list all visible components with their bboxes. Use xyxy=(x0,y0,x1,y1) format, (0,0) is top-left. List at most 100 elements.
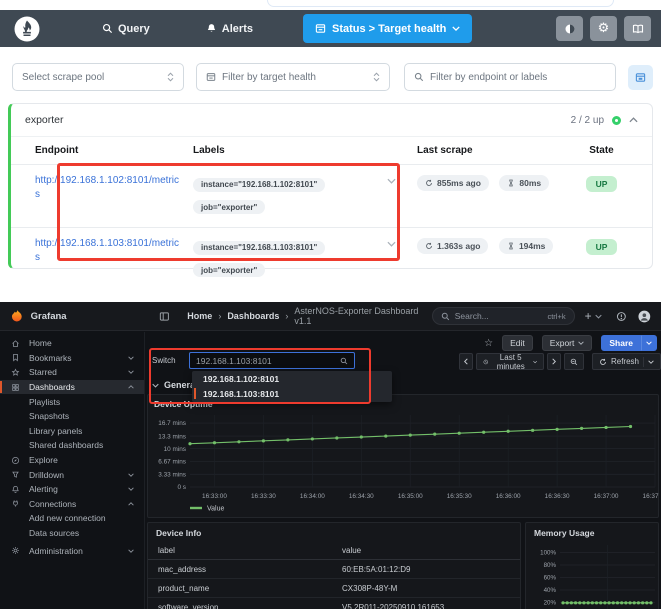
sidebar-item-library-panels[interactable]: Library panels xyxy=(0,424,144,439)
svg-text:3.33 mins: 3.33 mins xyxy=(158,471,186,478)
chevron-down-icon xyxy=(128,487,134,492)
sidebar-item-home[interactable]: Home xyxy=(0,336,144,351)
exporter-pool-panel: exporter 2 / 2 up Endpoint Labels Last s… xyxy=(8,103,653,277)
prometheus-logo-icon[interactable] xyxy=(14,16,40,42)
svg-text:16:35:30: 16:35:30 xyxy=(447,493,472,500)
device-info-row: software_version V5.2R011-20250910.16165… xyxy=(148,598,520,609)
nav-query-label: Query xyxy=(118,22,150,35)
refresh-button[interactable]: Refresh xyxy=(591,353,661,370)
settings-button[interactable]: ⚙ xyxy=(590,16,617,41)
grafana-sidebar: Home Bookmarks Starred Dashboards Playli… xyxy=(0,332,145,609)
share-button[interactable]: Share xyxy=(601,335,641,351)
time-range-label: Last 5 minutes xyxy=(496,352,525,371)
sidebar-item-bookmarks[interactable]: Bookmarks xyxy=(0,351,144,366)
breadcrumb-dashboards[interactable]: Dashboards xyxy=(227,311,279,321)
target-health-icon xyxy=(315,24,326,33)
svg-text:0 s: 0 s xyxy=(177,484,186,491)
breadcrumb-home[interactable]: Home xyxy=(187,311,212,321)
help-icon[interactable] xyxy=(616,311,627,322)
memory-panel-title: Memory Usage xyxy=(534,528,595,538)
breadcrumb: Home › Dashboards › AsterNOS-Exporter Da… xyxy=(187,306,431,326)
avatar[interactable] xyxy=(638,310,651,323)
add-new-button[interactable]: + xyxy=(585,309,602,323)
chevron-down-icon xyxy=(533,360,537,363)
collapse-panel-icon xyxy=(635,73,646,82)
chevron-down-icon xyxy=(128,370,134,375)
export-button[interactable]: Export xyxy=(541,335,593,351)
sidebar-item-add-new-connection[interactable]: Add new connection xyxy=(0,511,144,526)
docs-button[interactable] xyxy=(624,16,651,41)
zoom-out-button[interactable] xyxy=(563,353,584,370)
sidebar-item-shared-dashboards[interactable]: Shared dashboards xyxy=(0,438,144,453)
status-button-label: Status > Target health xyxy=(331,22,447,35)
sidebar-item-alerting[interactable]: Alerting xyxy=(0,482,144,497)
svg-text:16:36:00: 16:36:00 xyxy=(496,493,521,500)
col-label: label xyxy=(158,546,175,555)
label-chip[interactable]: job="exporter" xyxy=(193,263,266,277)
grafana-logo-icon[interactable] xyxy=(10,309,24,323)
sidebar-item-playlists[interactable]: Playlists xyxy=(0,394,144,409)
collapse-chevron-icon[interactable] xyxy=(629,117,638,123)
search-placeholder: Search... xyxy=(454,311,489,321)
collapse-sidebar-icon[interactable] xyxy=(159,311,170,322)
time-forward-button[interactable] xyxy=(546,353,561,370)
sidebar-item-explore[interactable]: Explore xyxy=(0,453,144,468)
refresh-icon xyxy=(426,179,432,186)
chevron-down-icon xyxy=(452,26,461,31)
star-icon[interactable]: ☆ xyxy=(484,338,493,349)
bell-icon xyxy=(207,24,215,32)
chevron-down-icon xyxy=(648,359,654,364)
home-icon xyxy=(12,340,19,347)
svg-text:16:37:00: 16:37:00 xyxy=(594,493,619,500)
refresh-icon xyxy=(426,242,432,249)
chevron-left-icon xyxy=(464,358,468,365)
sidebar-item-data-sources[interactable]: Data sources xyxy=(0,526,144,541)
target-health-select[interactable]: Filter by target health xyxy=(196,63,390,91)
sidebar-item-connections[interactable]: Connections xyxy=(0,497,144,512)
grafana-brand: Grafana xyxy=(30,310,67,322)
svg-text:10 mins: 10 mins xyxy=(164,446,186,453)
sidebar-item-snapshots[interactable]: Snapshots xyxy=(0,409,144,424)
sidebar-item-dashboards[interactable]: Dashboards xyxy=(0,379,144,395)
share-menu-button[interactable] xyxy=(641,335,657,351)
health-donut-icon xyxy=(612,115,621,125)
device-info-row: mac_address 60:EB:5A:01:12:D9 xyxy=(148,560,520,579)
global-search-input[interactable]: Search... ctrl+k xyxy=(431,307,575,325)
svg-text:40%: 40% xyxy=(544,587,557,594)
compass-icon xyxy=(11,456,20,464)
theme-toggle-button[interactable] xyxy=(556,16,583,41)
time-back-button[interactable] xyxy=(459,353,473,370)
chevron-right-icon xyxy=(552,358,556,365)
expand-all-button[interactable] xyxy=(628,65,653,90)
device-info-header: label value xyxy=(148,543,520,560)
plug-icon xyxy=(13,500,18,507)
svg-text:16:33:30: 16:33:30 xyxy=(251,493,276,500)
search-icon xyxy=(414,72,424,82)
scrape-duration-badge: 194ms xyxy=(498,238,554,254)
svg-text:20%: 20% xyxy=(544,600,557,607)
memory-usage-chart[interactable]: 100%80%60%40%20%0% xyxy=(526,541,658,609)
scrape-pool-select[interactable]: Select scrape pool xyxy=(12,63,184,91)
nav-alerts[interactable]: Alerts xyxy=(206,23,253,35)
hourglass-icon xyxy=(509,242,513,250)
status-target-health-button[interactable]: Status > Target health xyxy=(302,14,473,43)
endpoint-search-input[interactable]: Filter by endpoint or labels xyxy=(404,63,616,91)
sidebar-item-starred[interactable]: Starred xyxy=(0,365,144,380)
chevron-down-icon xyxy=(578,341,585,345)
clock-icon xyxy=(483,359,488,364)
col-labels: Labels xyxy=(193,145,225,156)
breadcrumb-separator: › xyxy=(218,311,222,321)
sidebar-item-administration[interactable]: Administration xyxy=(0,543,144,558)
pool-up-count: 2 / 2 up xyxy=(570,114,604,126)
svg-text:13.3 mins: 13.3 mins xyxy=(158,433,186,440)
chevron-up-icon xyxy=(128,501,134,506)
time-range-picker[interactable]: Last 5 minutes xyxy=(476,352,544,371)
svg-text:16:33:00: 16:33:00 xyxy=(202,493,227,500)
sidebar-item-drilldown[interactable]: Drilldown xyxy=(0,467,144,482)
chevron-down-icon xyxy=(646,341,652,345)
refresh-label: Refresh xyxy=(610,357,639,366)
svg-text:16:35:00: 16:35:00 xyxy=(398,493,423,500)
edit-button[interactable]: Edit xyxy=(502,335,533,351)
device-uptime-chart[interactable]: 16.7 mins 13.3 mins 10 mins 6.67 mins 3.33 m… xyxy=(150,409,659,513)
nav-query[interactable]: Query xyxy=(102,23,150,35)
